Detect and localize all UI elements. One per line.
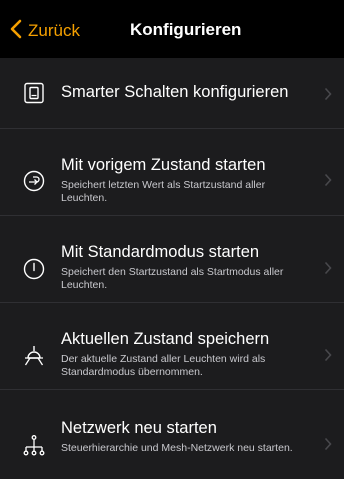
restore-icon [22,169,46,193]
chevron-left-icon [10,19,28,44]
list-item-previous-state[interactable]: Mit vorigem Zustand starten Speichert le… [0,129,344,216]
chevron-right-icon [324,87,332,101]
back-button[interactable]: Zurück [10,18,80,44]
back-label: Zurück [28,21,80,40]
lamp-icon [22,344,46,368]
item-description: Speichert den Startzustand als Startmodu… [61,266,284,291]
item-description: Der aktuelle Zustand aller Leuchten wird… [61,353,266,378]
item-title: Mit vorigem Zustand starten [61,156,266,174]
item-title: Mit Standardmodus starten [61,243,260,261]
list-item-default-mode[interactable]: Mit Standardmodus starten Speichert den … [0,216,344,303]
navigation-bar: Zurück Konfigurieren [0,0,344,58]
chevron-right-icon [324,261,332,275]
chevron-right-icon [324,173,332,187]
list-item-restart-network[interactable]: Netzwerk neu starten Steuerhierarchie un… [0,390,344,479]
switch-icon [22,81,46,105]
list-item-save-state[interactable]: Aktuellen Zustand speichern Der aktuelle… [0,303,344,390]
item-description: Speichert letzten Wert als Startzustand … [61,179,266,204]
page-title: Konfigurieren [130,20,242,39]
network-icon [22,434,46,458]
item-title: Netzwerk neu starten [61,419,217,437]
list-item-smart-switch[interactable]: Smarter Schalten konfigurieren [0,58,344,129]
item-description: Steuerhierarchie und Mesh-Netzwerk neu s… [61,442,293,454]
chevron-right-icon [324,348,332,362]
power-icon [22,257,46,281]
settings-list: Smarter Schalten konfigurieren Mit vorig… [0,58,344,479]
chevron-right-icon [324,437,332,451]
item-title: Smarter Schalten konfigurieren [61,83,289,101]
item-title: Aktuellen Zustand speichern [61,330,270,348]
